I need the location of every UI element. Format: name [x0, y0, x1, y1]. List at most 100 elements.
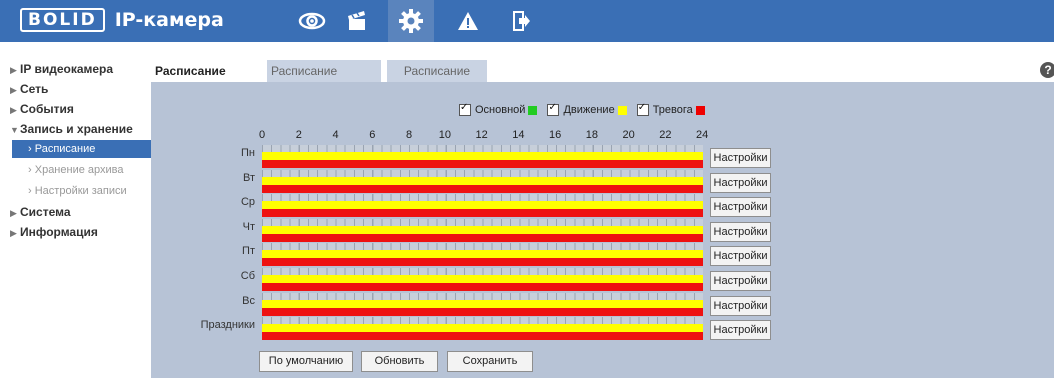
- hour-tick-label: 12: [475, 129, 488, 141]
- schedule-track[interactable]: [262, 243, 703, 267]
- time-grid[interactable]: [262, 218, 703, 226]
- legend: Основной Движение Тревога: [459, 102, 715, 116]
- settings-button[interactable]: Настройки: [710, 246, 771, 267]
- sidebar-item-label: Информация: [20, 225, 98, 239]
- legend-swatch-alarm: [695, 105, 705, 115]
- alarm-bar: [262, 184, 703, 193]
- settings-button[interactable]: Настройки: [710, 295, 771, 316]
- hour-tick-label: 4: [332, 129, 339, 141]
- sidebar-subitem-label: Расписание: [34, 143, 96, 155]
- hour-tick-label: 24: [696, 129, 709, 141]
- help-icon[interactable]: ?: [1040, 62, 1054, 78]
- time-grid[interactable]: [262, 169, 703, 177]
- sidebar-item-label: IP видеокамера: [20, 62, 114, 76]
- sidebar-item-recording-storage[interactable]: ▼Запись и хранение: [0, 120, 152, 138]
- legend-label-motion: Движение: [563, 104, 615, 116]
- time-grid[interactable]: [262, 194, 703, 202]
- motion-bar: [262, 324, 703, 333]
- schedule-track[interactable]: [262, 317, 703, 341]
- time-grid[interactable]: [262, 145, 703, 152]
- expand-triangle-icon: ▶: [10, 208, 17, 218]
- hour-tick-label: 0: [259, 129, 266, 141]
- refresh-button[interactable]: Обновить: [361, 351, 438, 372]
- settings-button[interactable]: Настройки: [710, 320, 771, 341]
- legend-label-main: Основной: [475, 104, 526, 116]
- sidebar-subitem-archive-storage[interactable]: › Хранение архива: [0, 161, 152, 179]
- tab-schedule[interactable]: Расписание: [387, 60, 487, 82]
- day-label: Чт: [242, 220, 255, 233]
- hour-tick-label: 16: [549, 129, 562, 141]
- hour-tick-label: 18: [585, 129, 598, 141]
- schedule-track[interactable]: [262, 292, 703, 316]
- day-label: Пт: [242, 245, 255, 258]
- day-label: Сб: [240, 270, 255, 282]
- hour-tick-label: 10: [438, 129, 451, 141]
- sidebar-item-events[interactable]: ▶ События: [0, 100, 152, 118]
- tab-snapshot-schedule[interactable]: Расписание снимка: [267, 60, 381, 100]
- sidebar-item-ip-camera[interactable]: ▶ IP видеокамера: [0, 60, 152, 78]
- expand-triangle-icon: ▶: [10, 105, 17, 115]
- sidebar-subitem-record-settings[interactable]: › Настройки записи: [0, 182, 152, 200]
- sidebar-item-label: События: [20, 102, 74, 116]
- brand-logo: BOLID: [20, 8, 105, 32]
- legend-swatch-motion: [617, 105, 627, 115]
- expand-triangle-icon: ▶: [10, 85, 17, 95]
- sidebar-item-label: Сеть: [20, 82, 49, 96]
- schedule-track[interactable]: [262, 169, 703, 193]
- alarm-bar: [262, 160, 703, 168]
- clapper-icon[interactable]: [334, 0, 380, 42]
- day-label: Ср: [240, 196, 255, 209]
- expand-triangle-icon: ▶: [10, 65, 17, 75]
- tab-bar: Расписание записи Расписание снимка Расп…: [151, 60, 487, 100]
- schedule-track[interactable]: [262, 268, 703, 291]
- checkbox-motion[interactable]: [547, 102, 560, 116]
- time-grid[interactable]: [262, 243, 703, 251]
- sidebar-item-information[interactable]: ▶ Информация: [0, 223, 152, 241]
- exit-icon[interactable]: [498, 0, 544, 42]
- sidebar-item-network[interactable]: ▶ Сеть: [0, 80, 152, 98]
- sidebar-item-system[interactable]: ▶ Система: [0, 203, 152, 221]
- time-grid[interactable]: [262, 317, 703, 325]
- sidebar: ▶ IP видеокамера ▶ Сеть ▶ События ▼Запись и…: [0, 60, 152, 243]
- hour-tick-label: 2: [295, 129, 302, 141]
- motion-bar: [262, 250, 703, 259]
- time-grid[interactable]: [262, 292, 703, 300]
- tab-record-schedule[interactable]: Расписание записи: [151, 60, 267, 100]
- schedule-track[interactable]: [262, 194, 703, 218]
- settings-button[interactable]: Настройки: [710, 197, 771, 218]
- day-label: Вт: [242, 171, 255, 184]
- time-grid[interactable]: [262, 268, 703, 275]
- settings-button[interactable]: Настройки: [710, 221, 771, 242]
- schedule-track[interactable]: [262, 145, 703, 168]
- day-label: Вс: [242, 294, 255, 307]
- checkbox-main[interactable]: [459, 102, 471, 116]
- alarm-bar: [262, 307, 703, 316]
- legend-swatch-main: [528, 105, 538, 115]
- motion-bar: [262, 152, 703, 160]
- default-button[interactable]: По умолчанию: [259, 351, 353, 372]
- motion-bar: [262, 275, 703, 283]
- settings-button[interactable]: Настройки: [710, 271, 771, 291]
- checkbox-alarm[interactable]: [636, 102, 649, 116]
- expand-triangle-icon: ▶: [10, 228, 17, 238]
- settings-button[interactable]: Настройки: [710, 148, 771, 168]
- save-button[interactable]: Сохранить: [447, 351, 533, 372]
- hour-tick-label: 22: [659, 129, 672, 141]
- alarm-bar: [262, 209, 703, 218]
- sidebar-item-label: Система: [20, 205, 71, 219]
- app-title: IP-камера: [114, 9, 224, 31]
- top-bar: BOLID IP-камера: [0, 0, 1054, 42]
- settings-button[interactable]: Настройки: [710, 172, 771, 193]
- warning-icon[interactable]: [445, 0, 491, 42]
- eye-icon[interactable]: [289, 0, 335, 42]
- alarm-bar: [262, 258, 703, 267]
- motion-bar: [262, 299, 703, 308]
- motion-bar: [262, 176, 703, 185]
- motion-bar: [262, 201, 703, 210]
- sidebar-subitem-label: Хранение архива: [34, 164, 124, 176]
- alarm-bar: [262, 332, 703, 341]
- schedule-track[interactable]: [262, 218, 703, 242]
- gear-icon[interactable]: [388, 0, 434, 42]
- sidebar-subitem-schedule[interactable]: › Расписание: [12, 140, 152, 158]
- alarm-bar: [262, 283, 703, 291]
